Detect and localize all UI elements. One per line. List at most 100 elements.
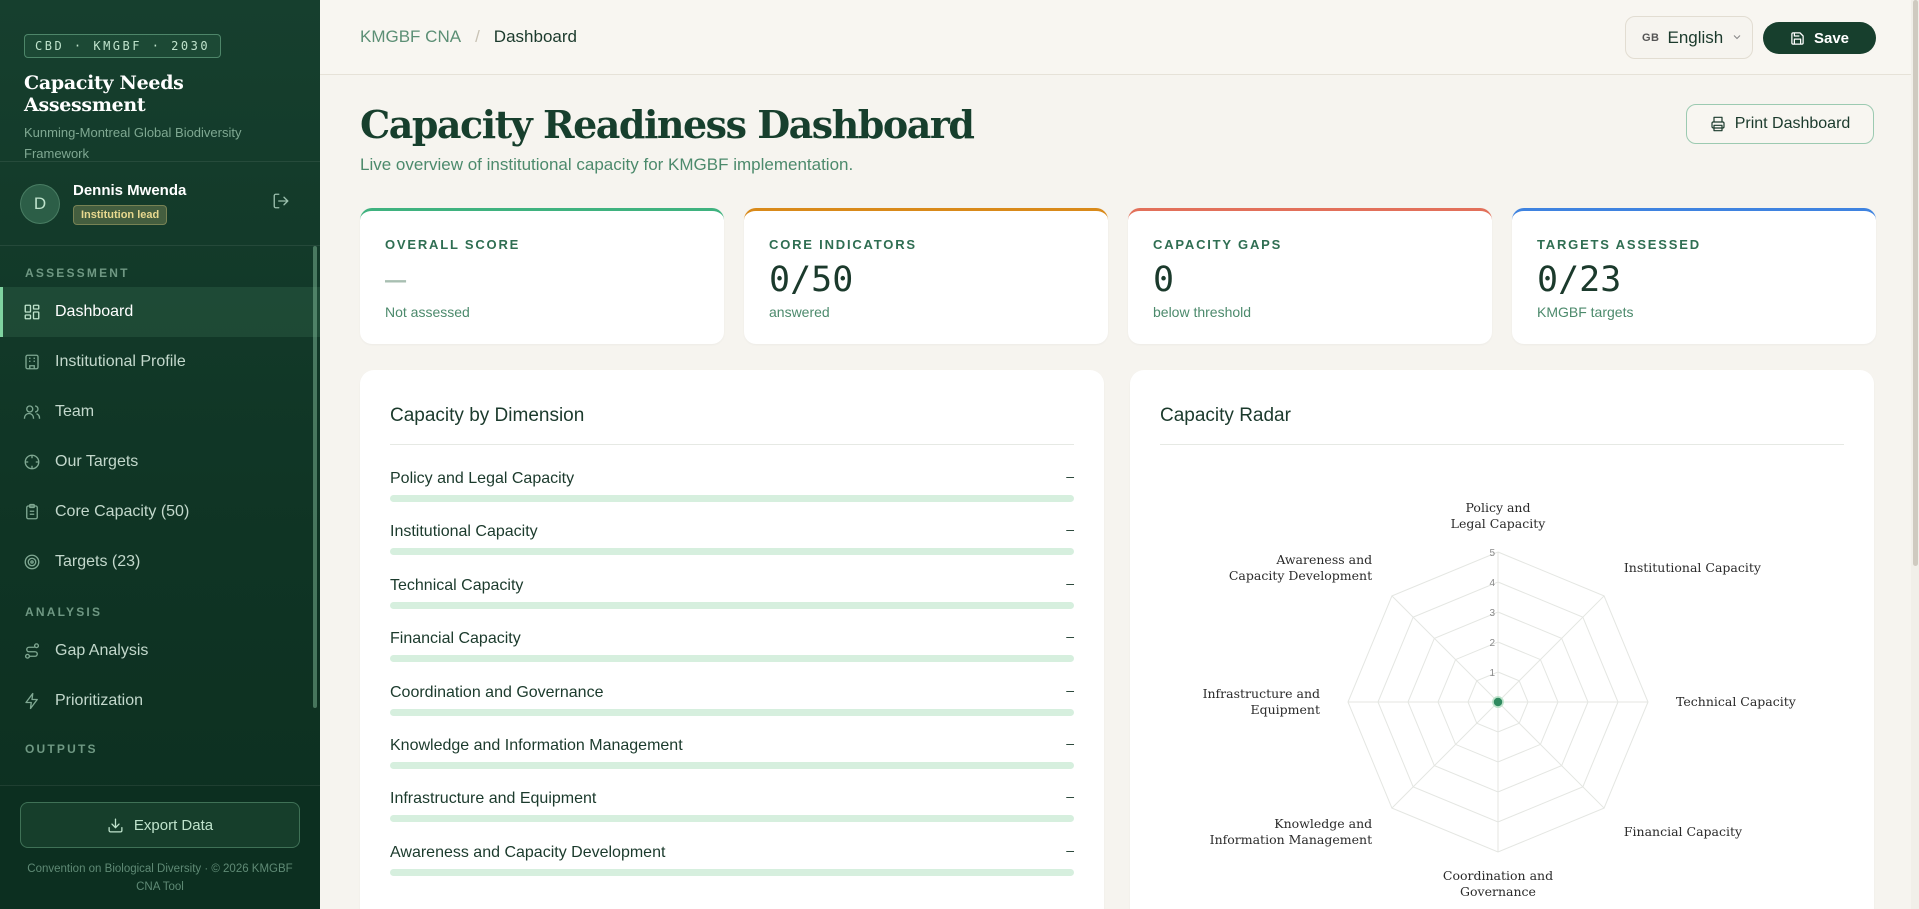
stat-value: —: [385, 260, 407, 300]
radar-axis-label: Financial Capacity: [1624, 824, 1743, 839]
users-icon: [22, 402, 42, 422]
sidebar-item-institutional-profile[interactable]: Institutional Profile: [0, 337, 320, 387]
radar-axis-label: Technical Capacity: [1676, 694, 1797, 709]
language-select[interactable]: GB English: [1625, 16, 1753, 59]
radar-axis-label: Awareness and Capacity Development: [1229, 552, 1372, 583]
dimension-row: Coordination and Governance –: [390, 682, 1074, 724]
top-bar: KMGBF CNA / Dashboard GB English Save: [320, 0, 1919, 75]
radar-tick-label: 4: [1489, 578, 1495, 589]
sidebar-item-label: Prioritization: [55, 692, 144, 709]
download-icon: [108, 817, 123, 833]
dimension-row: Technical Capacity –: [390, 574, 1074, 617]
crosshair-icon: [22, 452, 42, 472]
avatar: D: [20, 183, 60, 224]
radar-axis-label: Policy and Legal Capacity: [1451, 500, 1547, 531]
radar-axis-label: Coordination and Governance: [1443, 868, 1553, 899]
chevron-down-icon: [1731, 28, 1743, 48]
dimension-row: Financial Capacity –: [390, 628, 1074, 670]
copyright-text: Convention on Biological Diversity · © 2…: [27, 863, 293, 893]
stat-note: answered: [769, 304, 830, 320]
save-icon: [1791, 31, 1804, 45]
dimension-value: –: [1066, 628, 1074, 645]
dimension-progress-bar: [390, 548, 1074, 556]
flag-icon: GB: [1642, 31, 1660, 44]
stat-value: 0: [1153, 260, 1175, 300]
capacity-radar-card: Capacity Radar 1 2 3 4 5 Policy and Legal Capa…: [1130, 370, 1874, 909]
stat-label: CAPACITY GAPS: [1153, 237, 1283, 252]
sidebar-item-label: Our Targets: [55, 453, 139, 470]
sidebar-brand: CBD · KMGBF · 2030 Capacity Needs Assess…: [0, 0, 320, 162]
page-subtitle: Live overview of institutional capacity …: [360, 155, 854, 174]
capacity-by-dimension-card: Capacity by Dimension Policy and Legal C…: [360, 370, 1104, 909]
sidebar-item-dashboard[interactable]: Dashboard: [0, 287, 320, 337]
dashboard-grid-icon: [22, 302, 42, 322]
sidebar-item-label: Gap Analysis: [55, 642, 149, 659]
stat-label: CORE INDICATORS: [769, 237, 917, 252]
stat-card-targets-assessed: TARGETS ASSESSED 0/23 KMGBF targets: [1512, 208, 1876, 344]
sidebar-item-label: Institutional Profile: [55, 353, 186, 370]
sidebar-item-label: Dashboard: [55, 303, 134, 320]
stat-value: 0/50: [769, 260, 854, 300]
dimension-value: –: [1066, 841, 1074, 858]
radar-tick-label: 5: [1489, 548, 1495, 559]
dimension-row: Institutional Capacity –: [390, 521, 1074, 563]
section-outputs: OUTPUTS: [25, 742, 98, 756]
sidebar-item-targets[interactable]: Targets (23): [0, 537, 320, 587]
role-badge: Institution lead: [73, 205, 168, 225]
breadcrumb-root[interactable]: KMGBF CNA: [360, 27, 461, 47]
radar-tick-label: 2: [1489, 638, 1495, 649]
sidebar-footer: Export Data Convention on Biological Div…: [0, 785, 320, 909]
dimension-progress-bar: [390, 868, 1074, 876]
app-subtitle: Kunming-Montreal Global Biodiversity Fra…: [24, 125, 242, 161]
export-data-button[interactable]: Export Data: [20, 802, 300, 848]
sidebar-item-gap-analysis[interactable]: Gap Analysis: [0, 626, 320, 676]
save-button[interactable]: Save: [1763, 22, 1876, 54]
dimension-label: Infrastructure and Equipment: [390, 790, 597, 808]
section-assessment: ASSESSMENT: [25, 266, 130, 280]
card-title: Capacity by Dimension: [390, 405, 585, 426]
printer-icon: [1711, 116, 1725, 132]
dimension-value: –: [1066, 788, 1074, 805]
user-panel: D Dennis Mwenda Institution lead: [0, 162, 320, 246]
sidebar-item-label: Targets (23): [55, 553, 141, 570]
dimension-value: –: [1066, 574, 1074, 591]
save-label: Save: [1813, 29, 1850, 47]
dimension-progress-bar: [390, 708, 1074, 716]
dimension-progress-bar: [390, 655, 1074, 663]
dimension-value: –: [1066, 521, 1074, 538]
sidebar-item-our-targets[interactable]: Our Targets: [0, 437, 320, 487]
radar-axis-label: Knowledge and Information Management: [1210, 816, 1372, 847]
stat-card-overall-score: OVERALL SCORE — Not assessed: [360, 208, 724, 344]
dimension-progress-bar: [390, 815, 1074, 823]
stat-note: below threshold: [1153, 304, 1252, 320]
dimension-progress-bar: [390, 601, 1074, 609]
clipboard-icon: [22, 502, 42, 522]
stat-card-capacity-gaps: CAPACITY GAPS 0 below threshold: [1128, 208, 1492, 344]
sidebar-item-core-capacity[interactable]: Core Capacity (50): [0, 487, 320, 537]
sidebar-item-prioritization[interactable]: Prioritization: [0, 676, 320, 726]
user-name: Dennis Mwenda: [73, 182, 187, 199]
sidebar-scrollbar[interactable]: [313, 246, 317, 708]
stat-note: Not assessed: [385, 304, 470, 320]
language-value: English: [1667, 27, 1724, 47]
breadcrumb: KMGBF CNA / Dashboard: [360, 27, 577, 47]
radar-tick-label: 3: [1489, 608, 1495, 619]
dimension-value: –: [1066, 468, 1074, 484]
sidebar-item-label: Team: [55, 403, 95, 420]
radar-axis-label: Institutional Capacity: [1624, 560, 1762, 575]
radar-axis-label: Infrastructure and Equipment: [1203, 686, 1320, 717]
sidebar: CBD · KMGBF · 2030 Capacity Needs Assess…: [0, 0, 320, 909]
print-dashboard-button[interactable]: Print Dashboard: [1686, 104, 1874, 144]
export-data-label: Export Data: [133, 816, 214, 834]
stat-note: KMGBF targets: [1537, 304, 1634, 320]
dimension-label: Knowledge and Information Management: [390, 737, 683, 754]
dimension-progress-bar: [390, 495, 1074, 502]
sidebar-item-team[interactable]: Team: [0, 387, 320, 437]
zap-icon: [22, 691, 42, 711]
stat-label: TARGETS ASSESSED: [1537, 237, 1701, 252]
logout-icon[interactable]: [272, 192, 292, 212]
print-dashboard-label: Print Dashboard: [1734, 115, 1851, 132]
dimension-value: –: [1066, 735, 1074, 751]
page-title: Capacity Readiness Dashboard: [360, 102, 975, 147]
page-scrollbar[interactable]: [1911, 0, 1919, 909]
